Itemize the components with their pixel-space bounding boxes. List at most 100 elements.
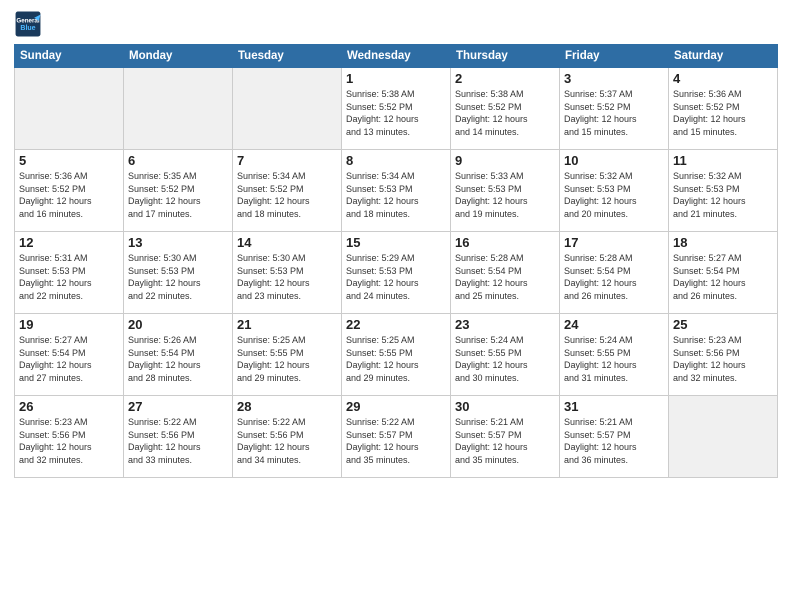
logo: General Blue [14,10,42,38]
day-number: 17 [564,235,664,250]
day-number: 23 [455,317,555,332]
calendar-cell: 18 Sunrise: 5:27 AMSunset: 5:54 PMDayligh… [669,232,778,314]
day-info: Sunrise: 5:25 AMSunset: 5:55 PMDaylight:… [346,334,446,384]
day-info: Sunrise: 5:22 AMSunset: 5:57 PMDaylight:… [346,416,446,466]
day-info: Sunrise: 5:27 AMSunset: 5:54 PMDaylight:… [19,334,119,384]
calendar-cell: 6 Sunrise: 5:35 AMSunset: 5:52 PMDaylight… [124,150,233,232]
day-info: Sunrise: 5:37 AMSunset: 5:52 PMDaylight:… [564,88,664,138]
day-info: Sunrise: 5:29 AMSunset: 5:53 PMDaylight:… [346,252,446,302]
day-info: Sunrise: 5:26 AMSunset: 5:54 PMDaylight:… [128,334,228,384]
calendar-cell: 23 Sunrise: 5:24 AMSunset: 5:55 PMDayligh… [451,314,560,396]
day-info: Sunrise: 5:30 AMSunset: 5:53 PMDaylight:… [237,252,337,302]
day-info: Sunrise: 5:36 AMSunset: 5:52 PMDaylight:… [673,88,773,138]
weekday-header-wednesday: Wednesday [342,45,451,68]
day-info: Sunrise: 5:25 AMSunset: 5:55 PMDaylight:… [237,334,337,384]
day-number: 29 [346,399,446,414]
calendar-cell [233,68,342,150]
calendar-cell: 8 Sunrise: 5:34 AMSunset: 5:53 PMDaylight… [342,150,451,232]
calendar-cell: 7 Sunrise: 5:34 AMSunset: 5:52 PMDaylight… [233,150,342,232]
weekday-header-friday: Friday [560,45,669,68]
calendar-cell: 3Sunrise: 5:37 AMSunset: 5:52 PMDaylight… [560,68,669,150]
day-number: 22 [346,317,446,332]
day-info: Sunrise: 5:24 AMSunset: 5:55 PMDaylight:… [564,334,664,384]
day-number: 31 [564,399,664,414]
calendar-cell: 1 Sunrise: 5:38 AMSunset: 5:52 PMDaylight… [342,68,451,150]
day-number: 9 [455,153,555,168]
day-info: Sunrise: 5:34 AMSunset: 5:52 PMDaylight:… [237,170,337,220]
day-info: Sunrise: 5:23 AMSunset: 5:56 PMDaylight:… [19,416,119,466]
calendar-cell: 30 Sunrise: 5:21 AMSunset: 5:57 PMDayligh… [451,396,560,478]
calendar-cell: 26 Sunrise: 5:23 AMSunset: 5:56 PMDayligh… [15,396,124,478]
day-info: Sunrise: 5:32 AMSunset: 5:53 PMDaylight:… [673,170,773,220]
day-info: Sunrise: 5:24 AMSunset: 5:55 PMDaylight:… [455,334,555,384]
day-number: 14 [237,235,337,250]
calendar-cell: 22 Sunrise: 5:25 AMSunset: 5:55 PMDayligh… [342,314,451,396]
day-info: Sunrise: 5:23 AMSunset: 5:56 PMDaylight:… [673,334,773,384]
weekday-header-row: SundayMondayTuesdayWednesdayThursdayFrid… [15,45,778,68]
day-number: 7 [237,153,337,168]
day-info: Sunrise: 5:28 AMSunset: 5:54 PMDaylight:… [455,252,555,302]
week-row-5: 26 Sunrise: 5:23 AMSunset: 5:56 PMDayligh… [15,396,778,478]
day-number: 4 [673,71,773,86]
day-number: 18 [673,235,773,250]
day-info: Sunrise: 5:27 AMSunset: 5:54 PMDaylight:… [673,252,773,302]
day-number: 12 [19,235,119,250]
weekday-header-sunday: Sunday [15,45,124,68]
day-info: Sunrise: 5:21 AMSunset: 5:57 PMDaylight:… [455,416,555,466]
calendar-cell [124,68,233,150]
day-number: 16 [455,235,555,250]
week-row-2: 5Sunrise: 5:36 AMSunset: 5:52 PMDaylight… [15,150,778,232]
calendar-cell: 5Sunrise: 5:36 AMSunset: 5:52 PMDaylight… [15,150,124,232]
calendar-cell [15,68,124,150]
calendar-cell: 4 Sunrise: 5:36 AMSunset: 5:52 PMDaylight… [669,68,778,150]
calendar-cell: 13 Sunrise: 5:30 AMSunset: 5:53 PMDayligh… [124,232,233,314]
day-info: Sunrise: 5:33 AMSunset: 5:53 PMDaylight:… [455,170,555,220]
day-info: Sunrise: 5:32 AMSunset: 5:53 PMDaylight:… [564,170,664,220]
calendar-cell: 11 Sunrise: 5:32 AMSunset: 5:53 PMDayligh… [669,150,778,232]
day-number: 28 [237,399,337,414]
day-info: Sunrise: 5:28 AMSunset: 5:54 PMDaylight:… [564,252,664,302]
day-number: 20 [128,317,228,332]
day-info: Sunrise: 5:34 AMSunset: 5:53 PMDaylight:… [346,170,446,220]
svg-text:Blue: Blue [20,25,35,32]
calendar-table: SundayMondayTuesdayWednesdayThursdayFrid… [14,44,778,478]
calendar-cell [669,396,778,478]
day-info: Sunrise: 5:38 AMSunset: 5:52 PMDaylight:… [455,88,555,138]
calendar-cell: 2 Sunrise: 5:38 AMSunset: 5:52 PMDaylight… [451,68,560,150]
day-info: Sunrise: 5:31 AMSunset: 5:53 PMDaylight:… [19,252,119,302]
week-row-4: 19Sunrise: 5:27 AMSunset: 5:54 PMDayligh… [15,314,778,396]
calendar-cell: 25 Sunrise: 5:23 AMSunset: 5:56 PMDayligh… [669,314,778,396]
header: General Blue [14,10,778,38]
day-info: Sunrise: 5:36 AMSunset: 5:52 PMDaylight:… [19,170,119,220]
day-number: 2 [455,71,555,86]
day-info: Sunrise: 5:35 AMSunset: 5:52 PMDaylight:… [128,170,228,220]
day-info: Sunrise: 5:30 AMSunset: 5:53 PMDaylight:… [128,252,228,302]
day-number: 6 [128,153,228,168]
day-number: 8 [346,153,446,168]
day-info: Sunrise: 5:22 AMSunset: 5:56 PMDaylight:… [128,416,228,466]
logo-icon: General Blue [14,10,42,38]
day-info: Sunrise: 5:21 AMSunset: 5:57 PMDaylight:… [564,416,664,466]
day-number: 27 [128,399,228,414]
weekday-header-saturday: Saturday [669,45,778,68]
day-number: 26 [19,399,119,414]
day-number: 11 [673,153,773,168]
calendar-cell: 20 Sunrise: 5:26 AMSunset: 5:54 PMDayligh… [124,314,233,396]
day-info: Sunrise: 5:22 AMSunset: 5:56 PMDaylight:… [237,416,337,466]
day-number: 1 [346,71,446,86]
calendar-cell: 19Sunrise: 5:27 AMSunset: 5:54 PMDayligh… [15,314,124,396]
day-number: 21 [237,317,337,332]
weekday-header-thursday: Thursday [451,45,560,68]
calendar-cell: 10Sunrise: 5:32 AMSunset: 5:53 PMDayligh… [560,150,669,232]
week-row-3: 12 Sunrise: 5:31 AMSunset: 5:53 PMDayligh… [15,232,778,314]
day-number: 13 [128,235,228,250]
day-number: 30 [455,399,555,414]
day-info: Sunrise: 5:38 AMSunset: 5:52 PMDaylight:… [346,88,446,138]
calendar-cell: 27 Sunrise: 5:22 AMSunset: 5:56 PMDayligh… [124,396,233,478]
calendar-cell: 28 Sunrise: 5:22 AMSunset: 5:56 PMDayligh… [233,396,342,478]
calendar-cell: 12 Sunrise: 5:31 AMSunset: 5:53 PMDayligh… [15,232,124,314]
day-number: 25 [673,317,773,332]
calendar-cell: 14 Sunrise: 5:30 AMSunset: 5:53 PMDayligh… [233,232,342,314]
weekday-header-tuesday: Tuesday [233,45,342,68]
calendar-cell: 9 Sunrise: 5:33 AMSunset: 5:53 PMDaylight… [451,150,560,232]
